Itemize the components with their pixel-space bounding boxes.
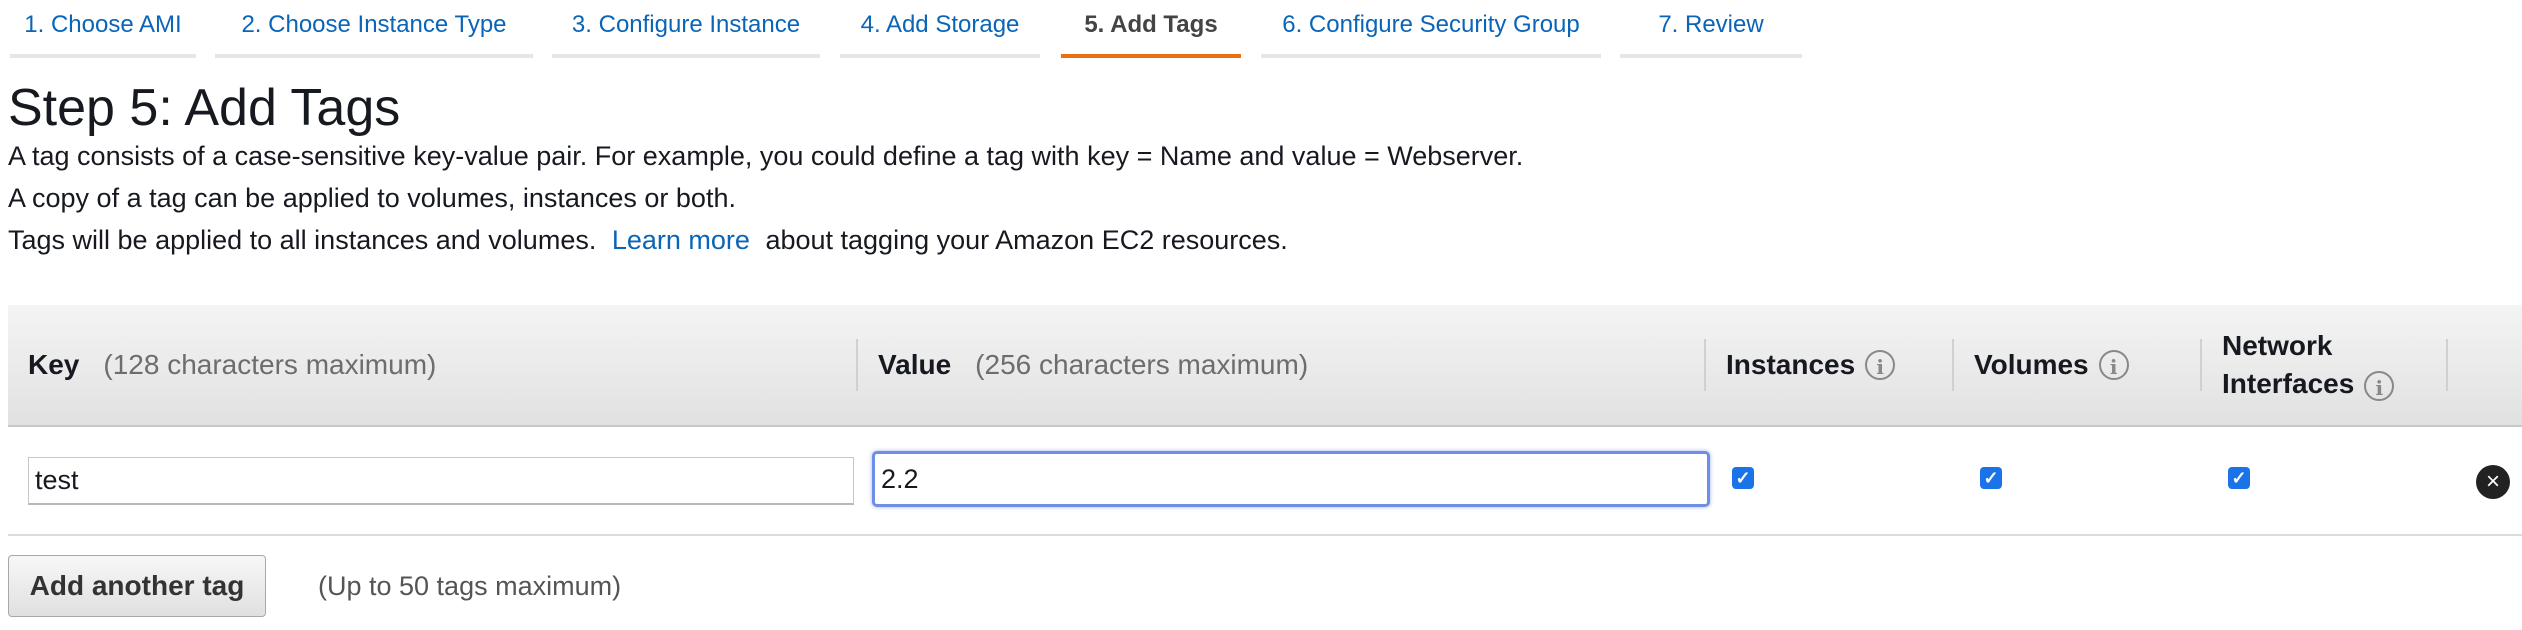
tab-add-tags[interactable]: 5. Add Tags bbox=[1061, 0, 1241, 58]
tags-table-header: Key (128 characters maximum) Value (256 … bbox=[8, 305, 2522, 427]
value-column-header: Value (256 characters maximum) bbox=[878, 305, 1308, 425]
tab-review[interactable]: 7. Review bbox=[1620, 0, 1802, 58]
value-header-hint: (256 characters maximum) bbox=[975, 349, 1309, 380]
tag-key-input[interactable] bbox=[28, 457, 854, 505]
key-header-hint: (128 characters maximum) bbox=[103, 349, 437, 380]
description-line-3-text: Tags will be applied to all instances an… bbox=[8, 225, 597, 255]
column-divider bbox=[1704, 339, 1706, 391]
info-icon[interactable]: i bbox=[2098, 350, 2129, 380]
tab-add-storage[interactable]: 4. Add Storage bbox=[840, 0, 1040, 58]
info-icon[interactable]: i bbox=[2364, 370, 2395, 401]
close-icon: × bbox=[2485, 468, 2500, 495]
checkmark-icon: ✓ bbox=[1735, 468, 1751, 488]
tab-choose-instance-type[interactable]: 2. Choose Instance Type bbox=[215, 0, 533, 58]
add-another-tag-button[interactable]: Add another tag bbox=[8, 555, 266, 617]
volumes-column-header: Volumes i bbox=[1974, 305, 2129, 425]
network-interfaces-checkbox[interactable]: ✓ bbox=[2228, 467, 2250, 489]
wizard-steps: 1. Choose AMI 2. Choose Instance Type 3.… bbox=[0, 0, 1820, 58]
column-divider bbox=[2446, 339, 2448, 391]
column-divider bbox=[1952, 339, 1954, 391]
instances-column-header: Instances i bbox=[1726, 305, 1896, 425]
learn-more-link[interactable]: Learn more bbox=[612, 225, 750, 255]
tab-configure-instance[interactable]: 3. Configure Instance bbox=[552, 0, 820, 58]
value-header-label: Value bbox=[878, 349, 952, 380]
page-title: Step 5: Add Tags bbox=[8, 79, 401, 137]
volumes-checkbox[interactable]: ✓ bbox=[1980, 467, 2002, 489]
checkmark-icon: ✓ bbox=[1983, 468, 1999, 488]
tab-choose-ami[interactable]: 1. Choose AMI bbox=[10, 0, 196, 58]
tag-limit-note: (Up to 50 tags maximum) bbox=[318, 571, 622, 601]
volumes-header-label: Volumes bbox=[1974, 349, 2089, 380]
network-header-line-1: Network bbox=[2222, 330, 2333, 361]
key-column-header: Key (128 characters maximum) bbox=[28, 305, 436, 425]
column-divider bbox=[856, 339, 858, 391]
network-interfaces-column-header: Network Interfaces i bbox=[2222, 305, 2395, 425]
key-header-label: Key bbox=[28, 349, 80, 380]
tag-value-input[interactable] bbox=[872, 451, 1710, 507]
network-header-line-2: Interfaces i bbox=[2222, 365, 2395, 403]
description-line-2: A copy of a tag can be applied to volume… bbox=[8, 183, 736, 213]
checkmark-icon: ✓ bbox=[2231, 468, 2247, 488]
column-divider bbox=[2200, 339, 2202, 391]
instances-header-label: Instances bbox=[1726, 349, 1856, 380]
instances-checkbox[interactable]: ✓ bbox=[1732, 467, 1754, 489]
tab-configure-security-group[interactable]: 6. Configure Security Group bbox=[1261, 0, 1601, 58]
description-line-1: A tag consists of a case-sensitive key-v… bbox=[8, 141, 1524, 171]
table-row: ✓ ✓ ✓ × bbox=[8, 427, 2522, 536]
description-line-3: Tags will be applied to all instances an… bbox=[8, 222, 1288, 258]
info-icon[interactable]: i bbox=[1865, 350, 1896, 380]
remove-tag-button[interactable]: × bbox=[2476, 465, 2510, 499]
description-line-3-tail: about tagging your Amazon EC2 resources. bbox=[765, 225, 1288, 255]
